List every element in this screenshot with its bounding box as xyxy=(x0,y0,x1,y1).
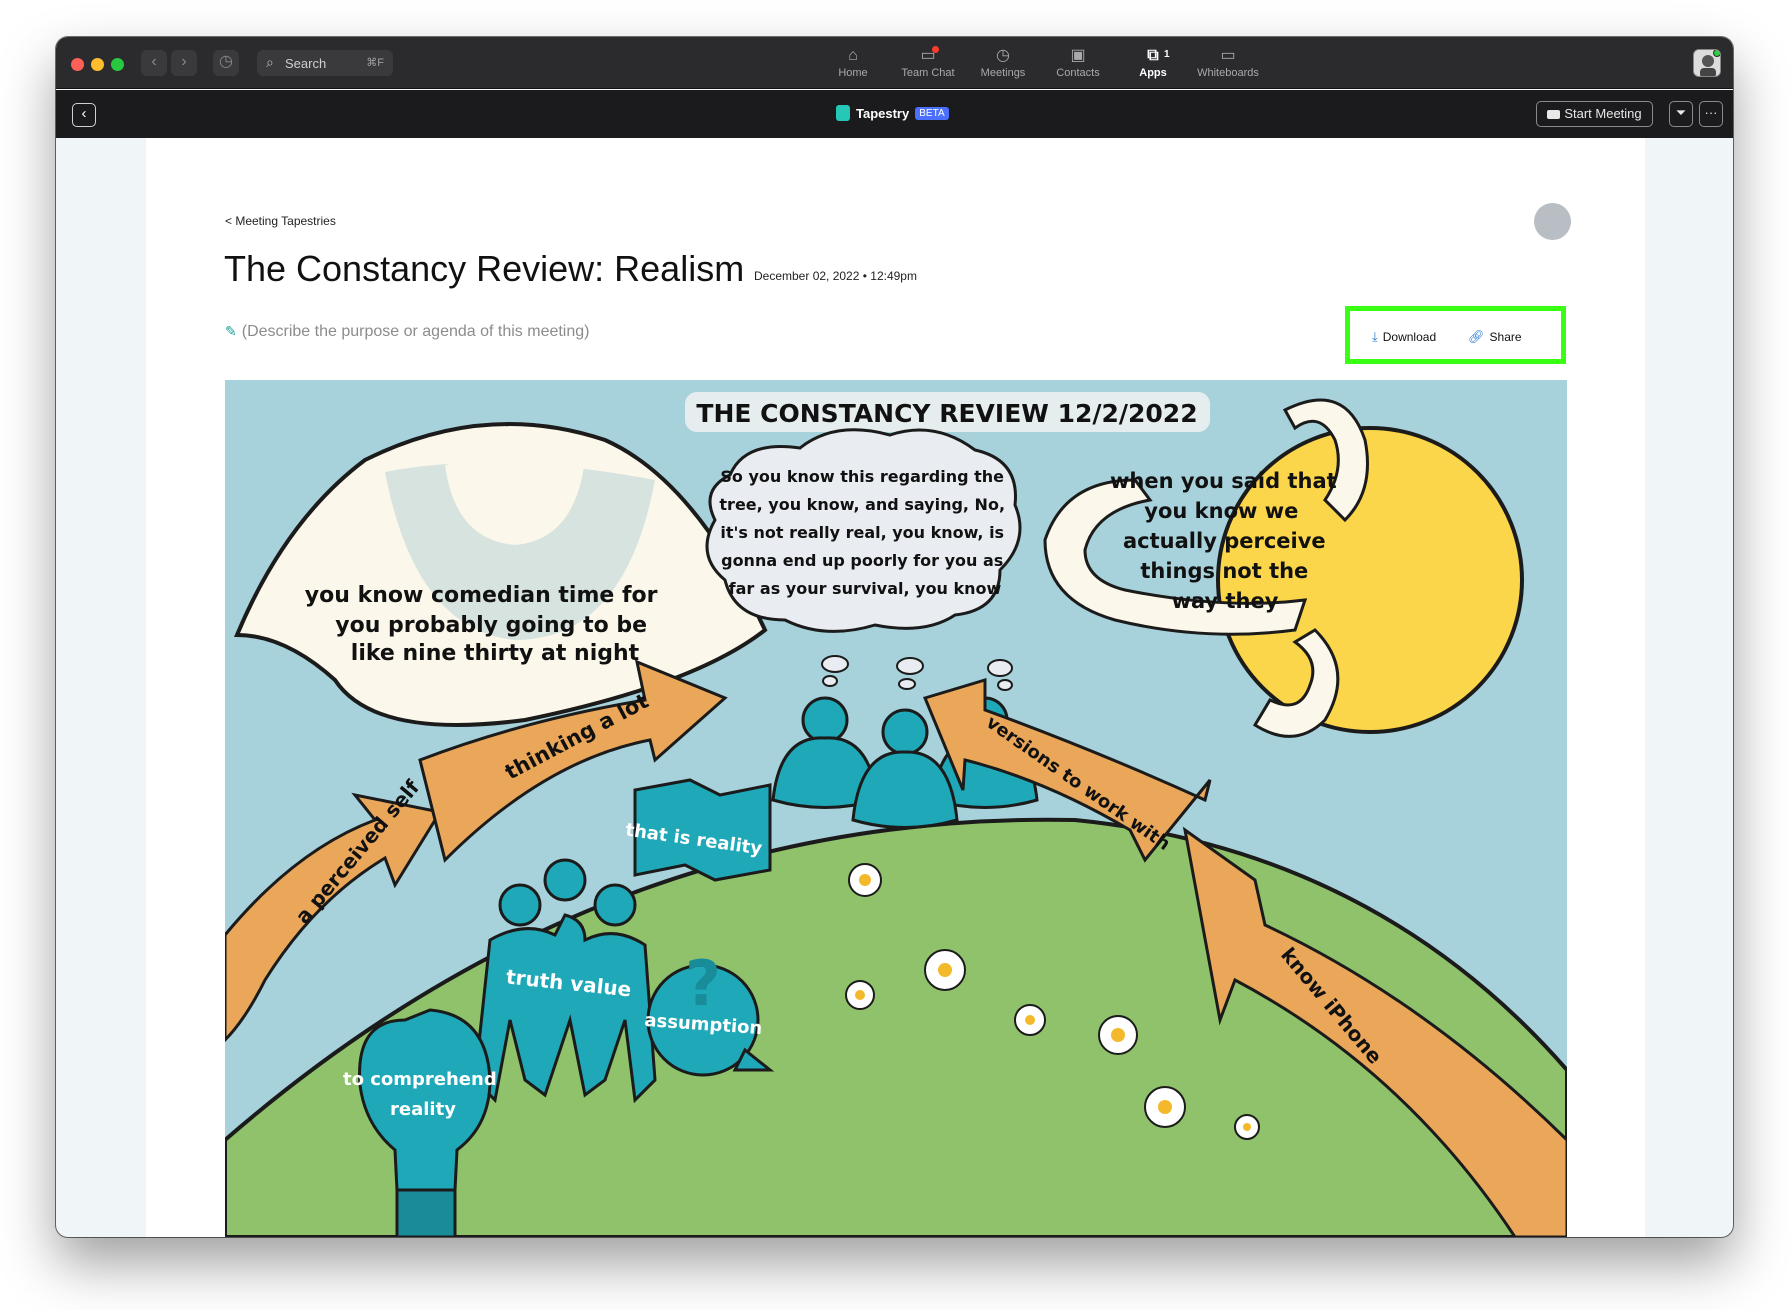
maximize-window-button[interactable] xyxy=(111,58,124,71)
eye-text-line-1: you know comedian time for xyxy=(305,583,658,608)
download-icon: ⤓ xyxy=(1372,329,1378,344)
back-button[interactable]: ‹ xyxy=(72,103,96,127)
tab-team-chat[interactable]: ▭ Team Chat xyxy=(890,45,966,85)
tapestry-app-icon xyxy=(836,105,850,121)
bulb-text-line-1: to comprehend xyxy=(343,1069,497,1090)
apps-badge: 1 xyxy=(1164,49,1170,60)
app-title: Tapestry BETA xyxy=(836,105,949,121)
camera-icon xyxy=(1547,110,1561,119)
forward-arrow-icon[interactable]: › xyxy=(171,50,197,76)
cloud-text-line-1: So you know this regarding the xyxy=(720,467,1004,486)
user-avatar[interactable] xyxy=(1693,49,1721,77)
meeting-date: December 02, 2022 • 12:49pm xyxy=(754,269,917,283)
sun-text-line-2: you know we xyxy=(1144,499,1298,523)
tab-home-label: Home xyxy=(838,67,868,79)
tab-team-chat-label: Team Chat xyxy=(901,67,955,79)
thought-bubble xyxy=(898,678,916,690)
page-title: The Constancy Review: Realism xyxy=(224,248,745,289)
minimize-window-button[interactable] xyxy=(91,58,104,71)
search-box[interactable]: ⌕ Search ⌘F xyxy=(257,50,393,76)
tab-meetings[interactable]: ◷ Meetings xyxy=(965,45,1041,85)
app-name: Tapestry xyxy=(856,105,910,121)
filter-icon[interactable]: ⏷ xyxy=(1669,101,1693,127)
eye-text-line-3: like nine thirty at night xyxy=(351,641,640,666)
title-bar: ‹ › ◷ ⌕ Search ⌘F ⌂ Home ▭ Team Chat ◷ M… xyxy=(56,37,1733,89)
tab-contacts-label: Contacts xyxy=(1056,67,1100,79)
cloud-text-line-3: it's not really real, you know, is xyxy=(720,523,1004,542)
thought-bubble xyxy=(822,675,838,687)
clock-icon: ◷ xyxy=(996,47,1010,64)
eye-text: you know comedian time for you probably … xyxy=(305,583,665,666)
app-window: ‹ › ◷ ⌕ Search ⌘F ⌂ Home ▭ Team Chat ◷ M… xyxy=(56,37,1733,1237)
download-label: Download xyxy=(1382,330,1437,344)
description-placeholder: (Describe the purpose or agenda of this … xyxy=(241,323,590,340)
thought-bubble xyxy=(987,659,1013,677)
download-button[interactable]: ⤓ Download xyxy=(1372,329,1436,345)
close-window-button[interactable] xyxy=(71,58,84,71)
link-icon: 🔗︎ xyxy=(1468,329,1485,344)
sun-text-line-3: actually perceive xyxy=(1123,529,1326,553)
tab-whiteboards-label: Whiteboards xyxy=(1197,67,1259,79)
start-meeting-label: Start Meeting xyxy=(1564,106,1642,121)
thought-bubble xyxy=(997,679,1013,691)
sun-text-line-1: when you said that xyxy=(1110,469,1337,493)
cloud-text-line-4: gonna end up poorly for you as xyxy=(721,551,1003,570)
notification-dot xyxy=(932,46,939,53)
tab-apps-label: Apps xyxy=(1139,67,1167,79)
apps-icon: ⧉ 1 xyxy=(1115,45,1191,67)
search-icon: ⌕ xyxy=(266,54,274,70)
share-button[interactable]: 🔗︎ Share xyxy=(1468,329,1522,345)
cloud-text-line-5: far as your survival, you know xyxy=(729,579,1002,598)
pencil-icon: ✎ xyxy=(225,323,237,339)
history-icon[interactable]: ◷ xyxy=(213,50,239,76)
thought-bubble xyxy=(821,655,849,673)
search-label: Search xyxy=(285,56,327,71)
tab-contacts[interactable]: ▣ Contacts xyxy=(1040,45,1116,85)
whiteboard-icon: ▭ xyxy=(1220,47,1236,64)
tab-whiteboards[interactable]: ▭ Whiteboards xyxy=(1190,45,1266,85)
breadcrumb[interactable]: < Meeting Tapestries xyxy=(225,214,336,228)
tab-meetings-label: Meetings xyxy=(980,67,1026,79)
tab-home[interactable]: ⌂ Home xyxy=(815,45,891,85)
thought-bubble xyxy=(896,657,924,675)
tab-apps[interactable]: ⧉ 1 Apps xyxy=(1115,45,1191,85)
lightbulb-base xyxy=(395,1188,457,1237)
online-status-dot xyxy=(1713,50,1720,57)
share-label: Share xyxy=(1489,330,1522,344)
question-mark-icon: ? xyxy=(685,947,721,1020)
sun-text-line-5: way they xyxy=(1172,589,1279,613)
beta-badge: BETA xyxy=(915,106,949,120)
cloud-text-line-2: tree, you know, and saying, No, xyxy=(719,495,1005,514)
tapestry-page: < Meeting Tapestries The Constancy Revie… xyxy=(146,138,1645,1237)
search-shortcut: ⌘F xyxy=(366,57,384,69)
home-icon: ⌂ xyxy=(848,47,858,64)
eye-text-line-2: you probably going to be xyxy=(335,613,647,638)
start-meeting-button[interactable]: Start Meeting xyxy=(1536,101,1653,127)
chat-icon: ▭ xyxy=(890,45,966,67)
bulb-text-line-2: reality xyxy=(390,1099,456,1120)
app-toolbar: ‹ Tapestry BETA Start Meeting ⏷ ··· xyxy=(56,90,1733,138)
actions-highlight-box: ⤓ Download 🔗︎ Share xyxy=(1345,306,1566,364)
description-field[interactable]: ✎ (Describe the purpose or agenda of this… xyxy=(225,323,589,341)
profile-avatar[interactable] xyxy=(1534,203,1571,240)
contacts-icon: ▣ xyxy=(1070,47,1086,64)
sun-text-line-4: things not the xyxy=(1140,559,1308,583)
more-options-icon[interactable]: ··· xyxy=(1699,101,1723,127)
back-arrow-icon[interactable]: ‹ xyxy=(141,50,167,76)
tapestry-heading: THE CONSTANCY REVIEW 12/2/2022 xyxy=(696,399,1197,428)
tapestry-illustration: THE CONSTANCY REVIEW 12/2/2022 you know … xyxy=(225,380,1567,1237)
illustration-svg: THE CONSTANCY REVIEW 12/2/2022 you know … xyxy=(225,380,1567,1237)
